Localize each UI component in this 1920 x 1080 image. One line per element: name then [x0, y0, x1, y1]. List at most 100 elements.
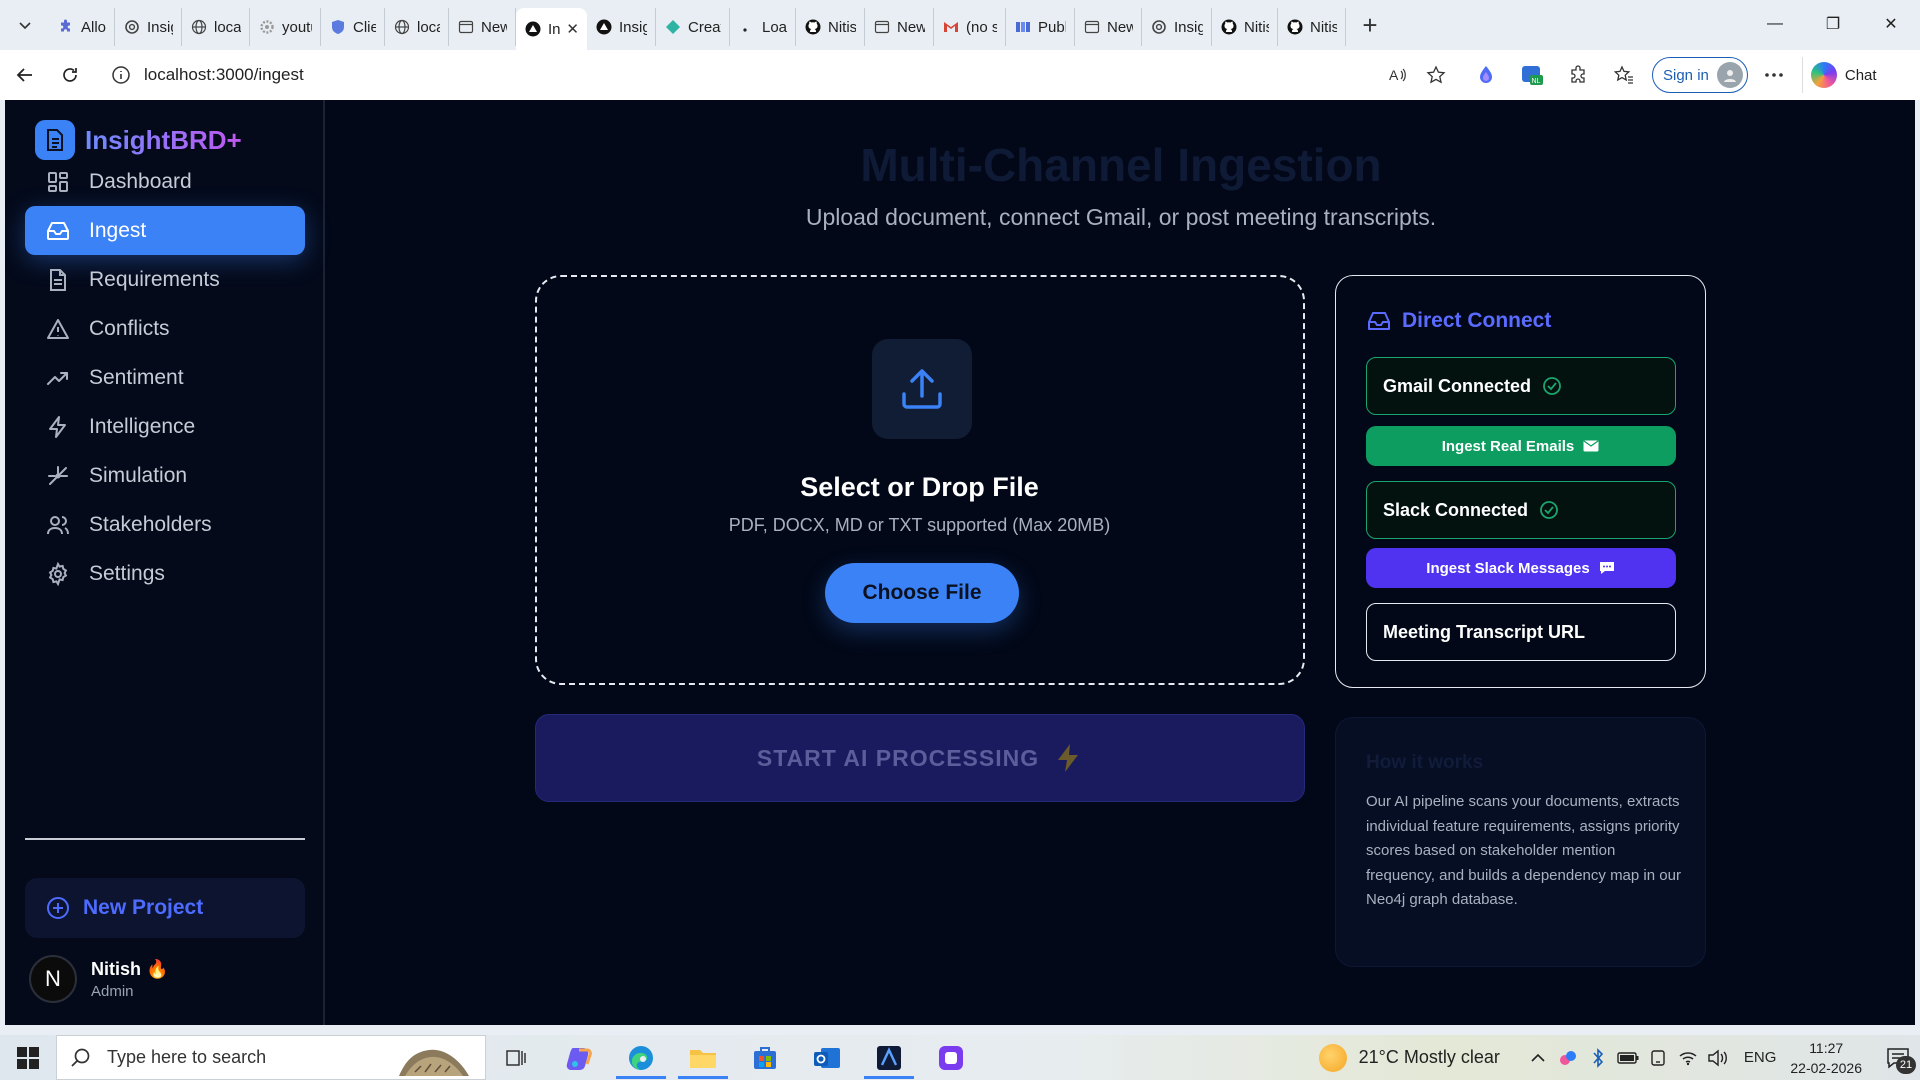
taskbar-store[interactable]: [734, 1035, 796, 1080]
start-ai-processing-button[interactable]: START AI PROCESSING: [535, 714, 1305, 802]
device-icon[interactable]: [1644, 1044, 1672, 1072]
taskbar-clock[interactable]: 11:27 22-02-2026: [1790, 1038, 1862, 1078]
browser-tab[interactable]: Insight: [1142, 8, 1212, 46]
browser-tab[interactable]: Nitish: [1212, 8, 1278, 46]
bolt-icon: [1053, 743, 1083, 773]
meeting-transcript-url-button[interactable]: Meeting Transcript URL: [1366, 603, 1676, 661]
windows-start-button[interactable]: [0, 1035, 56, 1080]
extension-drop-icon[interactable]: [1466, 55, 1506, 95]
notifications-button[interactable]: 21: [1876, 1035, 1920, 1080]
address-url[interactable]: localhost:3000/ingest: [144, 65, 1374, 85]
sidebar-item-ingest[interactable]: Ingest: [25, 206, 305, 255]
sidebar-item-sentiment[interactable]: Sentiment: [25, 353, 305, 402]
sidebar-item-stakeholders[interactable]: Stakeholders: [25, 500, 305, 549]
copilot-chat-button[interactable]: Chat: [1801, 57, 1885, 93]
tab-strip: Allow Insight localhc youtub Client localhc Ne…: [49, 0, 1346, 50]
minimize-button[interactable]: —: [1746, 0, 1804, 48]
windows-taskbar: Type here to search 21°C Mostly clear EN…: [0, 1035, 1920, 1080]
ingest-slack-messages-button[interactable]: Ingest Slack Messages: [1366, 548, 1676, 588]
browser-tab[interactable]: New ta: [449, 8, 516, 46]
sidebar-item-simulation[interactable]: Simulation: [25, 451, 305, 500]
browser-tab[interactable]: Allow: [49, 8, 115, 46]
slack-connected-status[interactable]: Slack Connected: [1366, 481, 1676, 539]
reload-button[interactable]: [50, 55, 90, 95]
restore-button[interactable]: ❐: [1804, 0, 1862, 48]
browser-tab[interactable]: Insight: [587, 8, 656, 46]
taskbar-app-purple[interactable]: [920, 1035, 982, 1080]
browser-tab[interactable]: Publis: [1006, 8, 1075, 46]
sidebar-item-conflicts[interactable]: Conflicts: [25, 304, 305, 353]
sidebar-item-requirements[interactable]: Requirements: [25, 255, 305, 304]
check-circle-icon: [1541, 375, 1563, 397]
tab-title: New ta: [481, 18, 507, 36]
sidebar-item-label: Simulation: [89, 463, 188, 487]
window-controls: — ❐ ✕: [1746, 0, 1920, 48]
windows-logo-icon: [17, 1046, 39, 1069]
taskbar-file-explorer[interactable]: [672, 1035, 734, 1080]
taskbar-copilot[interactable]: [548, 1035, 610, 1080]
simulation-icon: [45, 463, 71, 489]
close-tab-icon[interactable]: ✕: [566, 20, 579, 38]
chevron-down-icon: [19, 22, 31, 30]
tab-title: localhc: [417, 18, 440, 36]
browser-tab[interactable]: Client: [321, 8, 385, 46]
browser-tab[interactable]: Insight: [115, 8, 182, 46]
taskbar-outlook[interactable]: [796, 1035, 858, 1080]
back-button[interactable]: [5, 55, 45, 95]
browser-tab[interactable]: localhc: [385, 8, 449, 46]
trending-up-icon: [45, 365, 71, 391]
sidebar-item-settings[interactable]: Settings: [25, 549, 305, 598]
new-tab-button[interactable]: +: [1352, 7, 1388, 43]
gmail-connected-status[interactable]: Gmail Connected: [1366, 357, 1676, 415]
task-view-button[interactable]: [486, 1035, 548, 1080]
browser-tab[interactable]: (no su: [934, 8, 1006, 46]
taskbar-app-a[interactable]: [858, 1035, 920, 1080]
ingest-real-emails-button[interactable]: Ingest Real Emails: [1366, 426, 1676, 466]
user-profile[interactable]: N Nitish 🔥 Admin: [29, 955, 168, 1003]
browser-tab[interactable]: New ta: [1075, 8, 1142, 46]
taskbar-edge[interactable]: [610, 1035, 672, 1080]
sidebar-item-dashboard[interactable]: Dashboard: [25, 157, 305, 206]
tray-app-icon[interactable]: [1554, 1044, 1582, 1072]
favorite-star-icon[interactable]: [1422, 61, 1450, 89]
globe-icon: [393, 19, 410, 36]
dashboard-grid-icon: [45, 169, 71, 195]
sidebar-item-intelligence[interactable]: Intelligence: [25, 402, 305, 451]
document-logo-icon: [35, 120, 75, 160]
choose-file-button[interactable]: Choose File: [825, 563, 1019, 623]
transcript-label: Meeting Transcript URL: [1383, 621, 1586, 642]
extension-nl-icon[interactable]: NL: [1512, 55, 1552, 95]
browser-tab[interactable]: localhc: [182, 8, 250, 46]
tab-title: Insight: [147, 18, 173, 36]
favorites-icon[interactable]: [1604, 55, 1644, 95]
show-hidden-icons-icon[interactable]: [1524, 1044, 1552, 1072]
browser-tab[interactable]: Nitish: [796, 8, 865, 46]
read-aloud-icon[interactable]: A: [1384, 61, 1412, 89]
sign-in-button[interactable]: Sign in: [1652, 57, 1748, 93]
file-dropzone[interactable]: Select or Drop File PDF, DOCX, MD or TXT…: [535, 275, 1305, 685]
browser-toolbar: localhost:3000/ingest A NL Sign in Chat: [0, 50, 1920, 100]
address-bar[interactable]: localhost:3000/ingest A: [100, 57, 1460, 93]
more-options-icon[interactable]: [1754, 55, 1794, 95]
browser-tab[interactable]: Loadir: [730, 8, 796, 46]
tab-list-button[interactable]: [7, 7, 43, 43]
close-window-button[interactable]: ✕: [1862, 0, 1920, 48]
brand[interactable]: InsightBRD+: [35, 120, 242, 160]
gmail-icon: [942, 19, 959, 36]
browser-tab[interactable]: Nitish: [1278, 8, 1346, 46]
browser-tab[interactable]: In ✕: [516, 8, 587, 50]
extensions-puzzle-icon[interactable]: [1558, 55, 1598, 95]
browser-tab[interactable]: Create: [656, 8, 730, 46]
battery-icon[interactable]: [1614, 1044, 1642, 1072]
browser-tab[interactable]: youtub: [250, 8, 321, 46]
bluetooth-icon[interactable]: [1584, 1044, 1612, 1072]
language-indicator[interactable]: ENG: [1744, 1049, 1777, 1066]
volume-icon[interactable]: [1704, 1044, 1732, 1072]
new-project-button[interactable]: New Project: [25, 878, 305, 938]
weather-widget[interactable]: 21°C Mostly clear: [1318, 1043, 1500, 1072]
taskbar-search[interactable]: Type here to search: [56, 1035, 486, 1080]
system-tray: 21°C Mostly clear ENG 11:27 22-02-2026 2…: [1318, 1035, 1920, 1080]
browser-tab[interactable]: New ta: [865, 8, 934, 46]
site-info-icon[interactable]: [110, 64, 132, 86]
wifi-icon[interactable]: [1674, 1044, 1702, 1072]
